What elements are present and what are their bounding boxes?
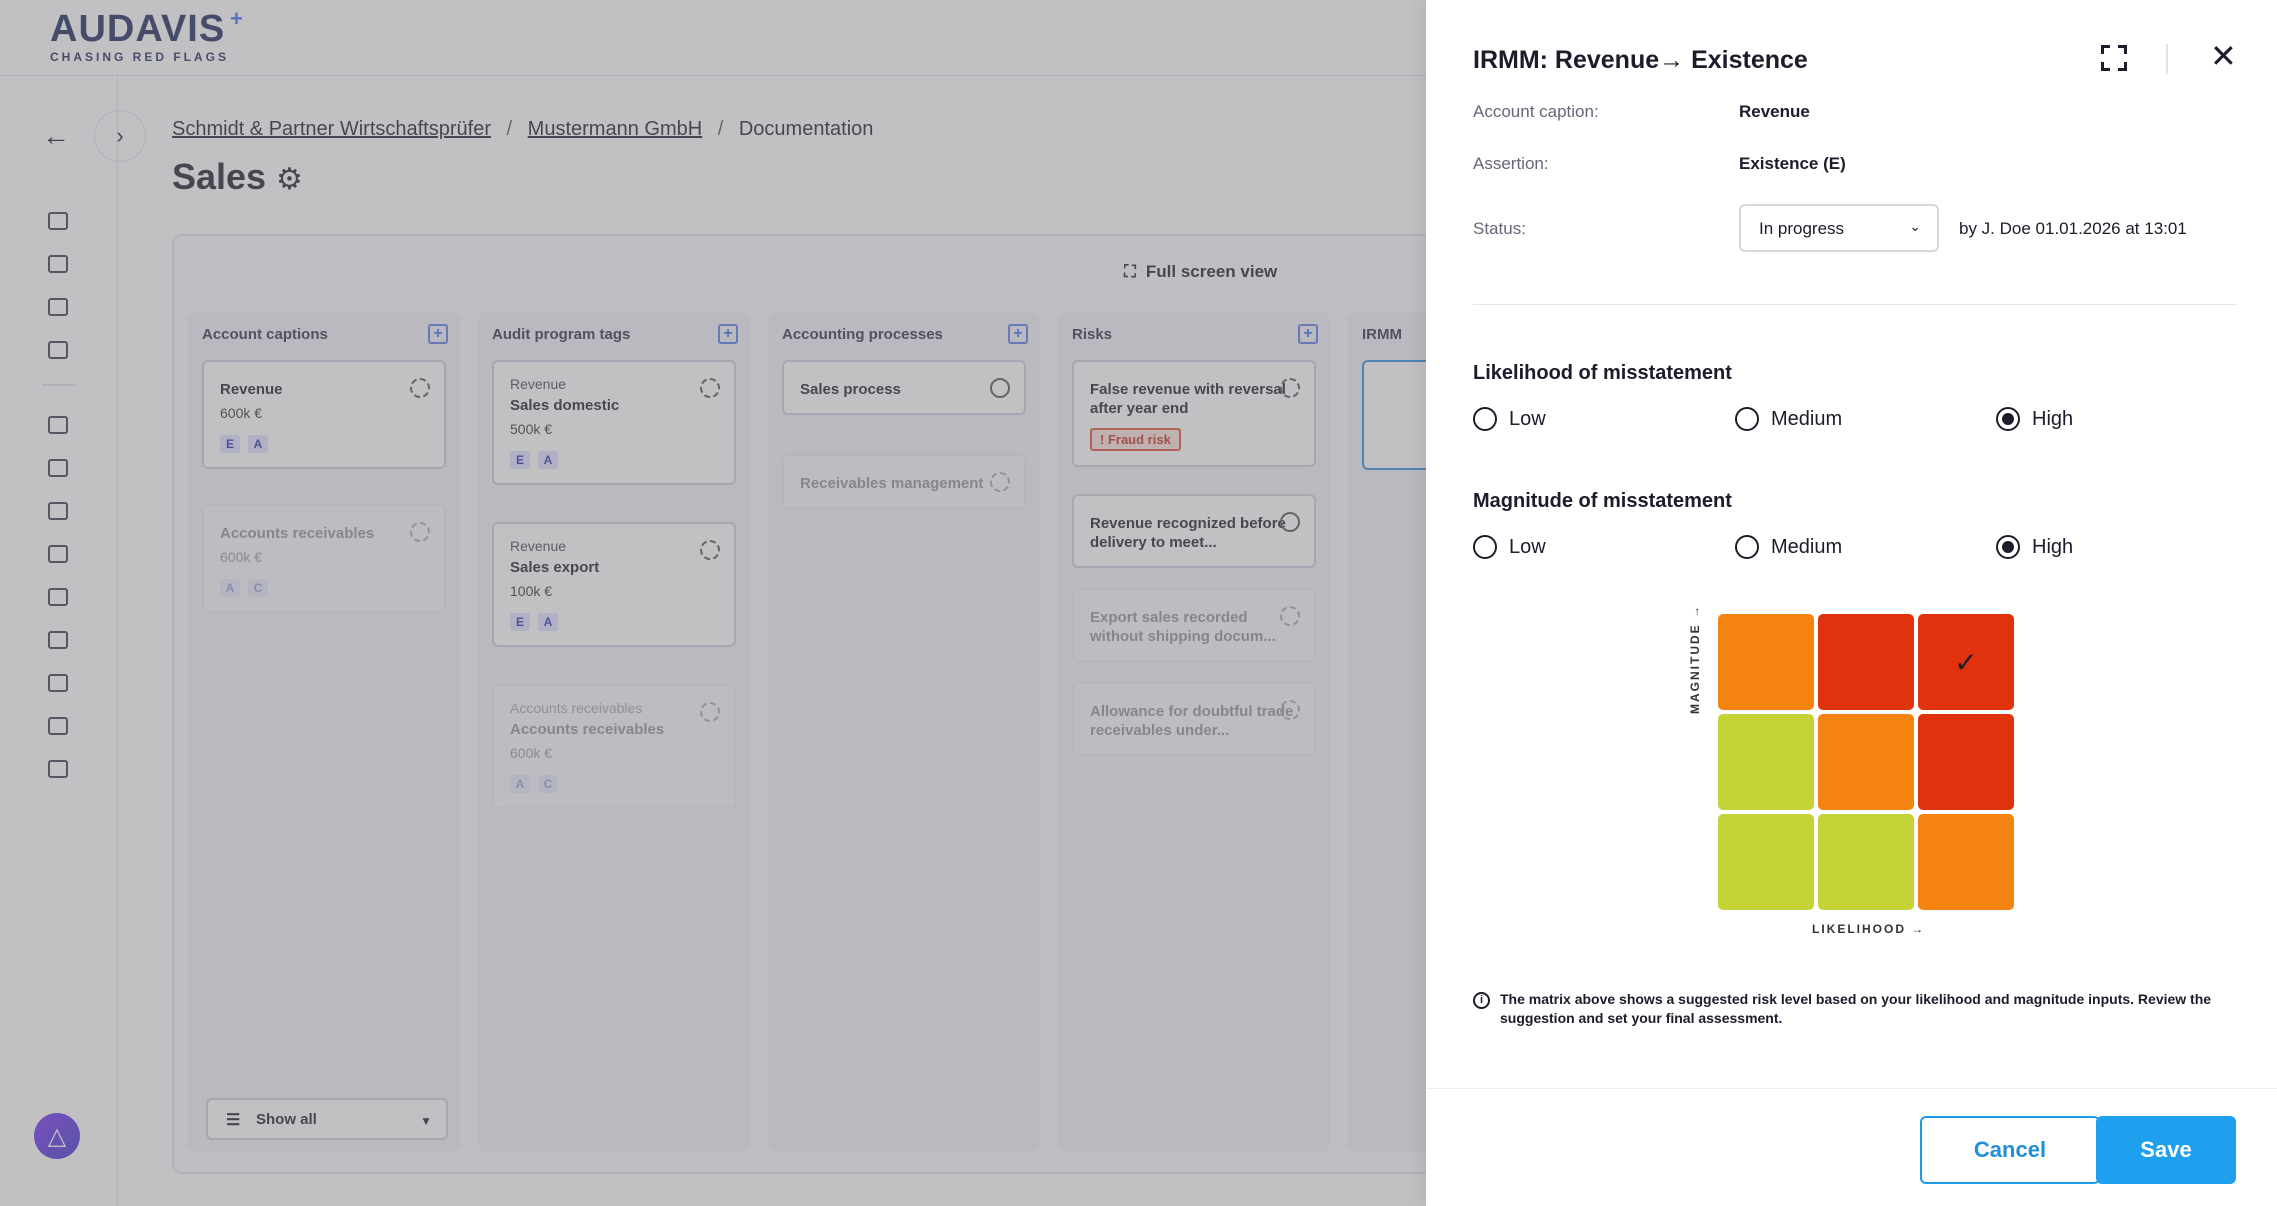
matrix-cell-low — [1818, 814, 1914, 910]
chevron-down-icon: ⌄ — [1909, 218, 1921, 234]
matrix-cell-high — [1818, 614, 1914, 710]
status-label: Status: — [1473, 219, 1526, 238]
magnitude-axis-label: MAGNITUDE → — [1688, 604, 1702, 714]
matrix-cell-medium — [1918, 814, 2014, 910]
likelihood-medium-option[interactable]: Medium — [1735, 407, 1842, 431]
matrix-cell-medium — [1718, 614, 1814, 710]
expand-icon[interactable] — [2100, 44, 2128, 72]
magnitude-option-label: Low — [1509, 535, 1546, 558]
header-divider — [2166, 44, 2168, 74]
account-caption-value: Revenue — [1739, 102, 1810, 121]
radio-unchecked-icon — [1473, 535, 1497, 559]
magnitude-option-label: High — [2032, 535, 2074, 558]
assertion-value: Existence (E) — [1739, 154, 1846, 173]
matrix-cell-high-selected: ✓ — [1918, 614, 2014, 710]
likelihood-option-label: Low — [1509, 407, 1546, 430]
panel-title: IRMM: Revenue→ Existence — [1473, 46, 1808, 74]
matrix-info: i The matrix above shows a suggested ris… — [1473, 990, 2243, 1028]
magnitude-option-label: Medium — [1771, 535, 1843, 558]
save-button[interactable]: Save — [2096, 1116, 2236, 1184]
likelihood-high-option[interactable]: High — [1996, 407, 2073, 431]
account-caption-label: Account caption: — [1473, 102, 1599, 121]
section-divider — [1473, 304, 2237, 305]
irmm-side-panel: IRMM: Revenue→ Existence ✕ Account capti… — [1426, 0, 2277, 1206]
likelihood-title: Likelihood of misstatement — [1473, 362, 1732, 384]
matrix-cell-high — [1918, 714, 2014, 810]
assertion-label: Assertion: — [1473, 154, 1549, 173]
risk-matrix: ✓ — [1718, 614, 2020, 916]
matrix-cell-low — [1718, 814, 1814, 910]
radio-checked-icon — [1996, 535, 2020, 559]
status-dropdown[interactable]: In progress ⌄ — [1739, 204, 1939, 252]
radio-checked-icon — [1996, 407, 2020, 431]
footer-divider — [1426, 1088, 2277, 1089]
likelihood-option-label: Medium — [1771, 407, 1843, 430]
magnitude-low-option[interactable]: Low — [1473, 535, 1546, 559]
likelihood-low-option[interactable]: Low — [1473, 407, 1546, 431]
matrix-cell-low — [1718, 714, 1814, 810]
checkmark-icon: ✓ — [1954, 646, 1978, 678]
radio-unchecked-icon — [1735, 535, 1759, 559]
info-icon: i — [1473, 992, 1490, 1009]
close-icon[interactable]: ✕ — [2210, 40, 2237, 72]
magnitude-title: Magnitude of misstatement — [1473, 490, 1732, 512]
radio-unchecked-icon — [1735, 407, 1759, 431]
status-selected-value: In progress — [1759, 219, 1845, 238]
matrix-cell-medium — [1818, 714, 1914, 810]
magnitude-high-option[interactable]: High — [1996, 535, 2073, 559]
cancel-button[interactable]: Cancel — [1920, 1116, 2100, 1184]
likelihood-axis-label: LIKELIHOOD → — [1812, 922, 1926, 936]
radio-unchecked-icon — [1473, 407, 1497, 431]
likelihood-option-label: High — [2032, 407, 2074, 430]
info-text: The matrix above shows a suggested risk … — [1500, 991, 2212, 1026]
status-meta: by J. Doe 01.01.2026 at 13:01 — [1959, 219, 2187, 238]
magnitude-medium-option[interactable]: Medium — [1735, 535, 1842, 559]
modal-overlay[interactable] — [0, 0, 1426, 1206]
